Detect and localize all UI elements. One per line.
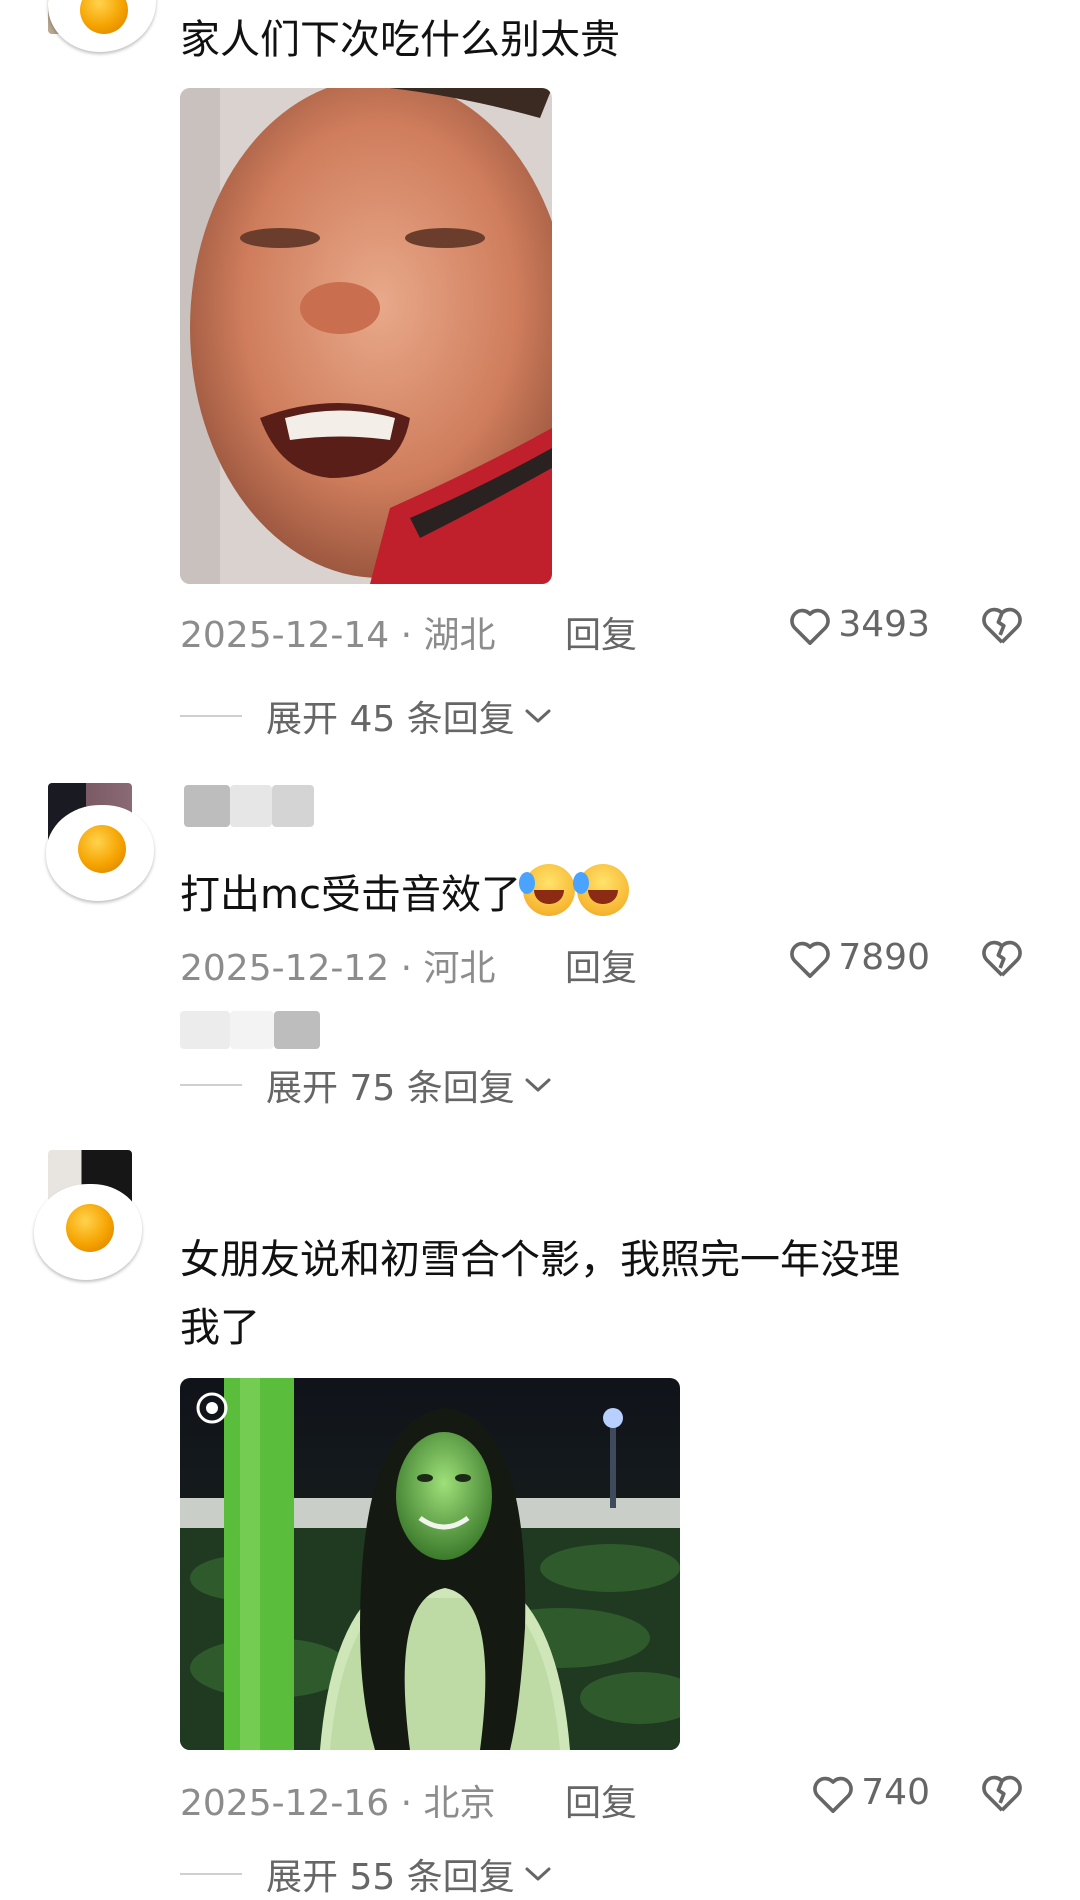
like-button[interactable]: 740	[811, 1772, 930, 1813]
chevron-down-icon	[525, 1078, 551, 1092]
laughing-crying-emoji-icon	[518, 864, 575, 916]
comment-image-boy[interactable]	[180, 88, 552, 584]
avatar[interactable]	[38, 783, 158, 903]
comment-meta: 2025-12-12 · 河北 回复 7890	[180, 933, 1050, 989]
divider	[180, 715, 242, 717]
expand-replies[interactable]: 展开 45 条回复	[180, 692, 553, 740]
heart-outline-icon	[790, 608, 831, 645]
reply-button[interactable]: 回复	[565, 1774, 637, 1826]
dislike-button[interactable]	[980, 604, 1024, 653]
divider	[180, 1084, 242, 1086]
comment-meta: 2025-12-14 · 湖北 回复 3493	[180, 600, 1050, 656]
like-count: 7890	[838, 937, 930, 978]
username-blurred[interactable]	[184, 785, 324, 827]
expand-replies-label: 展开 55 条回复	[266, 1857, 515, 1898]
broken-heart-icon	[982, 940, 1022, 977]
blurred-tag	[180, 1011, 320, 1049]
comment-image-girlfriend-snow[interactable]	[180, 1378, 680, 1750]
comment-date-location: 2025-12-12 · 河北	[180, 948, 496, 989]
chevron-down-icon	[525, 709, 551, 723]
reply-button[interactable]: 回复	[565, 939, 637, 991]
dislike-button[interactable]	[980, 937, 1024, 986]
like-count: 3493	[838, 604, 930, 645]
comment-date-location: 2025-12-16 · 北京	[180, 1783, 496, 1824]
reply-button[interactable]: 回复	[565, 606, 637, 658]
laughing-crying-emoji-icon	[572, 864, 629, 916]
comment-text: 打出mc受击音效了	[180, 863, 629, 927]
avatar[interactable]	[34, 1150, 158, 1280]
comment-date-location: 2025-12-14 · 湖北	[180, 615, 496, 656]
like-button[interactable]: 3493	[788, 604, 930, 645]
comment-text-line: 我了	[180, 1305, 260, 1351]
comment-3: 女朋友说和初雪合个影，我照完一年没理 我了 2025-12-16 · 北京 回复…	[0, 1150, 1080, 1898]
comment-2: 打出mc受击音效了 2025-12-12 · 河北 回复 7890 展开 75 …	[0, 775, 1080, 1145]
dislike-button[interactable]	[980, 1772, 1024, 1821]
comment-meta: 2025-12-16 · 北京 回复 740	[180, 1768, 1050, 1824]
comment-text: 女朋友说和初雪合个影，我照完一年没理 我了	[180, 1228, 1020, 1360]
chevron-down-icon	[525, 1867, 551, 1881]
comment-1: 家人们下次吃什么别太贵 2025-12-14 · 湖北 回复 3493 展开 4…	[0, 0, 1080, 740]
broken-heart-icon	[982, 607, 1022, 644]
like-count: 740	[861, 1772, 930, 1813]
heart-outline-icon	[813, 1776, 854, 1813]
avatar[interactable]	[38, 0, 158, 70]
comment-text-content: 打出mc受击音效了	[180, 872, 521, 918]
heart-outline-icon	[790, 941, 831, 978]
divider	[180, 1873, 242, 1875]
expand-replies[interactable]: 展开 75 条回复	[180, 1061, 553, 1109]
expand-replies-label: 展开 75 条回复	[266, 1068, 515, 1109]
like-button[interactable]: 7890	[788, 937, 930, 978]
expand-replies[interactable]: 展开 55 条回复	[180, 1850, 553, 1898]
comment-text-line: 女朋友说和初雪合个影，我照完一年没理	[180, 1237, 900, 1283]
expand-replies-label: 展开 45 条回复	[266, 699, 515, 740]
comment-text: 家人们下次吃什么别太贵	[180, 17, 620, 63]
broken-heart-icon	[982, 1775, 1022, 1812]
